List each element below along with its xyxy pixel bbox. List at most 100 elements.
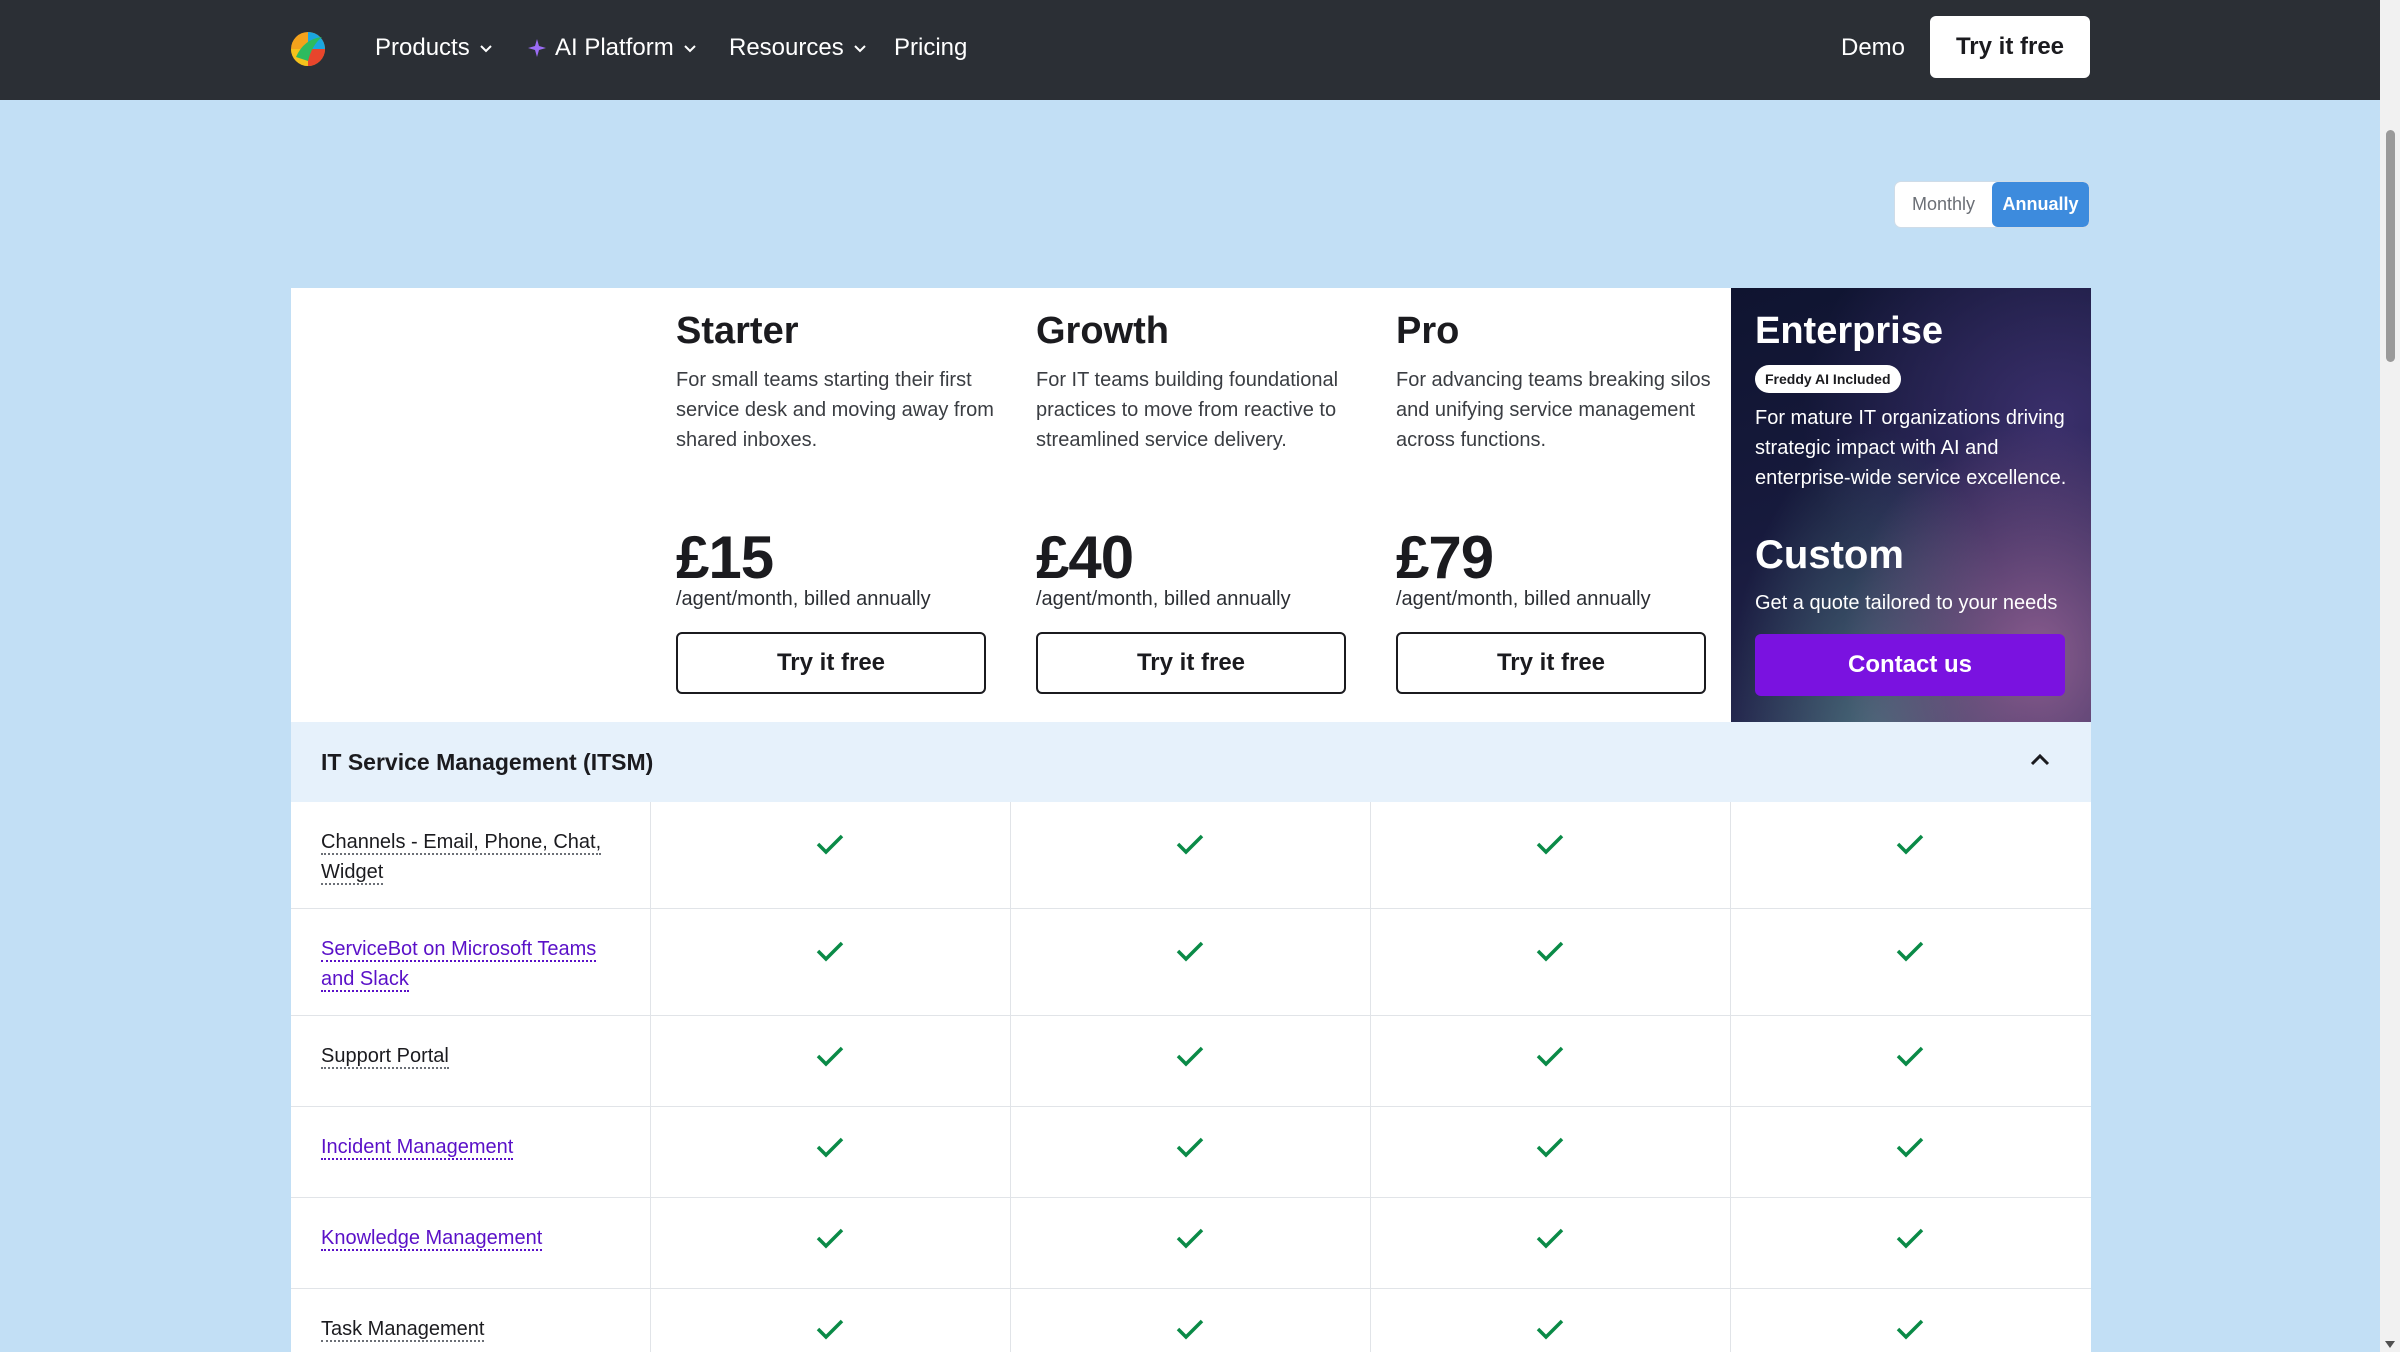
feature-label[interactable]: Task Management [321,1318,485,1342]
pricing-table: Starter For small teams starting their f… [291,288,2091,1352]
checkmark-icon [1896,834,1924,855]
checkmark-icon [1896,1137,1924,1158]
checkmark-icon [1896,1319,1924,1340]
feature-label[interactable]: Knowledge Management [321,1227,543,1251]
feature-label[interactable]: Channels - Email, Phone, Chat, Widget [321,831,602,885]
nav-products[interactable]: Products [375,32,494,64]
feature-cell [651,909,1011,1015]
nav-resources-label: Resources [729,34,844,61]
nav-ai-platform-label: AI Platform [555,34,674,61]
checkmark-icon [1896,1228,1924,1249]
checkmark-icon [1536,834,1564,855]
table-row: Channels - Email, Phone, Chat, Widget [291,802,2091,909]
scroll-down-arrow-icon[interactable] [2385,1341,2395,1348]
checkmark-icon [1176,1137,1204,1158]
toggle-monthly[interactable]: Monthly [1895,182,1992,227]
checkmark-icon [816,1228,844,1249]
plan-price: £40 [1036,524,1134,591]
feature-cell [1011,1198,1371,1288]
feature-label[interactable]: ServiceBot on Microsoft Teams and Slack [321,938,597,992]
chevron-down-icon [683,45,696,53]
scrollbar-thumb[interactable] [2386,130,2395,362]
table-row: Incident Management [291,1107,2091,1198]
nav-pricing[interactable]: Pricing [894,32,967,64]
toggle-annually[interactable]: Annually [1992,182,2089,227]
plan-description: For mature IT organizations driving stra… [1755,407,2067,489]
plan-name: Enterprise [1755,310,1943,352]
checkmark-icon [1176,1319,1204,1340]
nav-products-label: Products [375,34,470,61]
feature-name: Incident Management [291,1107,651,1197]
logo-icon[interactable] [290,31,326,67]
nav-pricing-label: Pricing [894,34,968,61]
section-itsm-header[interactable]: IT Service Management (ITSM) [291,722,2091,802]
feature-cell [1731,909,2091,1015]
freddy-ai-badge: Freddy AI Included [1755,365,1901,393]
nav-ai-platform[interactable]: AI Platform [527,32,698,64]
feature-rows: Channels - Email, Phone, Chat, Widget Ser… [291,802,2091,1352]
plan-name: Starter [676,310,799,352]
chevron-up-icon[interactable] [2029,752,2051,768]
pro-try-free-button[interactable]: Try it free [1396,632,1706,694]
checkmark-icon [1176,1046,1204,1067]
checkmark-icon [816,941,844,962]
scrollbar[interactable] [2380,0,2400,1352]
checkmark-icon [816,834,844,855]
checkmark-icon [1536,1046,1564,1067]
feature-cell [651,1107,1011,1197]
checkmark-icon [816,1137,844,1158]
plan-description: For IT teams building foundational pract… [1036,369,1339,451]
plan-price: £79 [1396,524,1494,591]
plan-billing: /agent/month, billed annually [1036,588,1291,610]
checkmark-icon [1176,834,1204,855]
checkmark-icon [1536,1137,1564,1158]
top-nav: Products AI Platform Resources Pricing D… [0,0,2380,100]
plan-billing: /agent/month, billed annually [676,588,931,610]
plan-starter: Starter For small teams starting their f… [676,288,1036,722]
plan-billing: Get a quote tailored to your needs [1755,592,2058,614]
chevron-down-icon [480,45,492,53]
checkmark-icon [1536,941,1564,962]
plan-billing: /agent/month, billed annually [1396,588,1651,610]
feature-name: Channels - Email, Phone, Chat, Widget [291,802,651,908]
feature-label[interactable]: Incident Management [321,1136,514,1160]
feature-label[interactable]: Support Portal [321,1045,449,1069]
plan-name: Pro [1396,310,1460,352]
feature-cell [1371,909,1731,1015]
feature-cell [1011,1107,1371,1197]
feature-cell [1371,1289,1731,1352]
section-title: IT Service Management (ITSM) [321,748,654,775]
plan-name: Growth [1036,310,1169,352]
feature-name: ServiceBot on Microsoft Teams and Slack [291,909,651,1015]
plan-price: Custom [1755,533,1904,577]
feature-cell [651,1198,1011,1288]
table-row: ServiceBot on Microsoft Teams and Slack [291,909,2091,1016]
feature-cell [1371,1107,1731,1197]
feature-cell [1731,1289,2091,1352]
feature-cell [651,802,1011,908]
feature-name: Support Portal [291,1016,651,1106]
billing-toggle: Monthly Annually [1894,181,2090,228]
feature-cell [1011,1289,1371,1352]
feature-cell [1371,1016,1731,1106]
demo-link[interactable]: Demo [1841,34,1905,62]
feature-cell [1371,1198,1731,1288]
growth-try-free-button[interactable]: Try it free [1036,632,1346,694]
feature-cell [651,1289,1011,1352]
plan-pro: Pro For advancing teams breaking silos a… [1396,288,1756,722]
nav-resources[interactable]: Resources [729,32,868,64]
feature-cell [651,1016,1011,1106]
starter-try-free-button[interactable]: Try it free [676,632,986,694]
checkmark-icon [816,1319,844,1340]
feature-cell [1731,1016,2091,1106]
table-row: Knowledge Management [291,1198,2091,1289]
nav-try-free-button[interactable]: Try it free [1930,16,2090,78]
feature-name: Knowledge Management [291,1198,651,1288]
plan-growth: Growth For IT teams building foundationa… [1036,288,1396,722]
feature-cell [1731,802,2091,908]
sparkle-icon [528,39,546,57]
feature-cell [1371,802,1731,908]
checkmark-icon [1536,1228,1564,1249]
checkmark-icon [1176,1228,1204,1249]
contact-us-button[interactable]: Contact us [1755,634,2065,696]
